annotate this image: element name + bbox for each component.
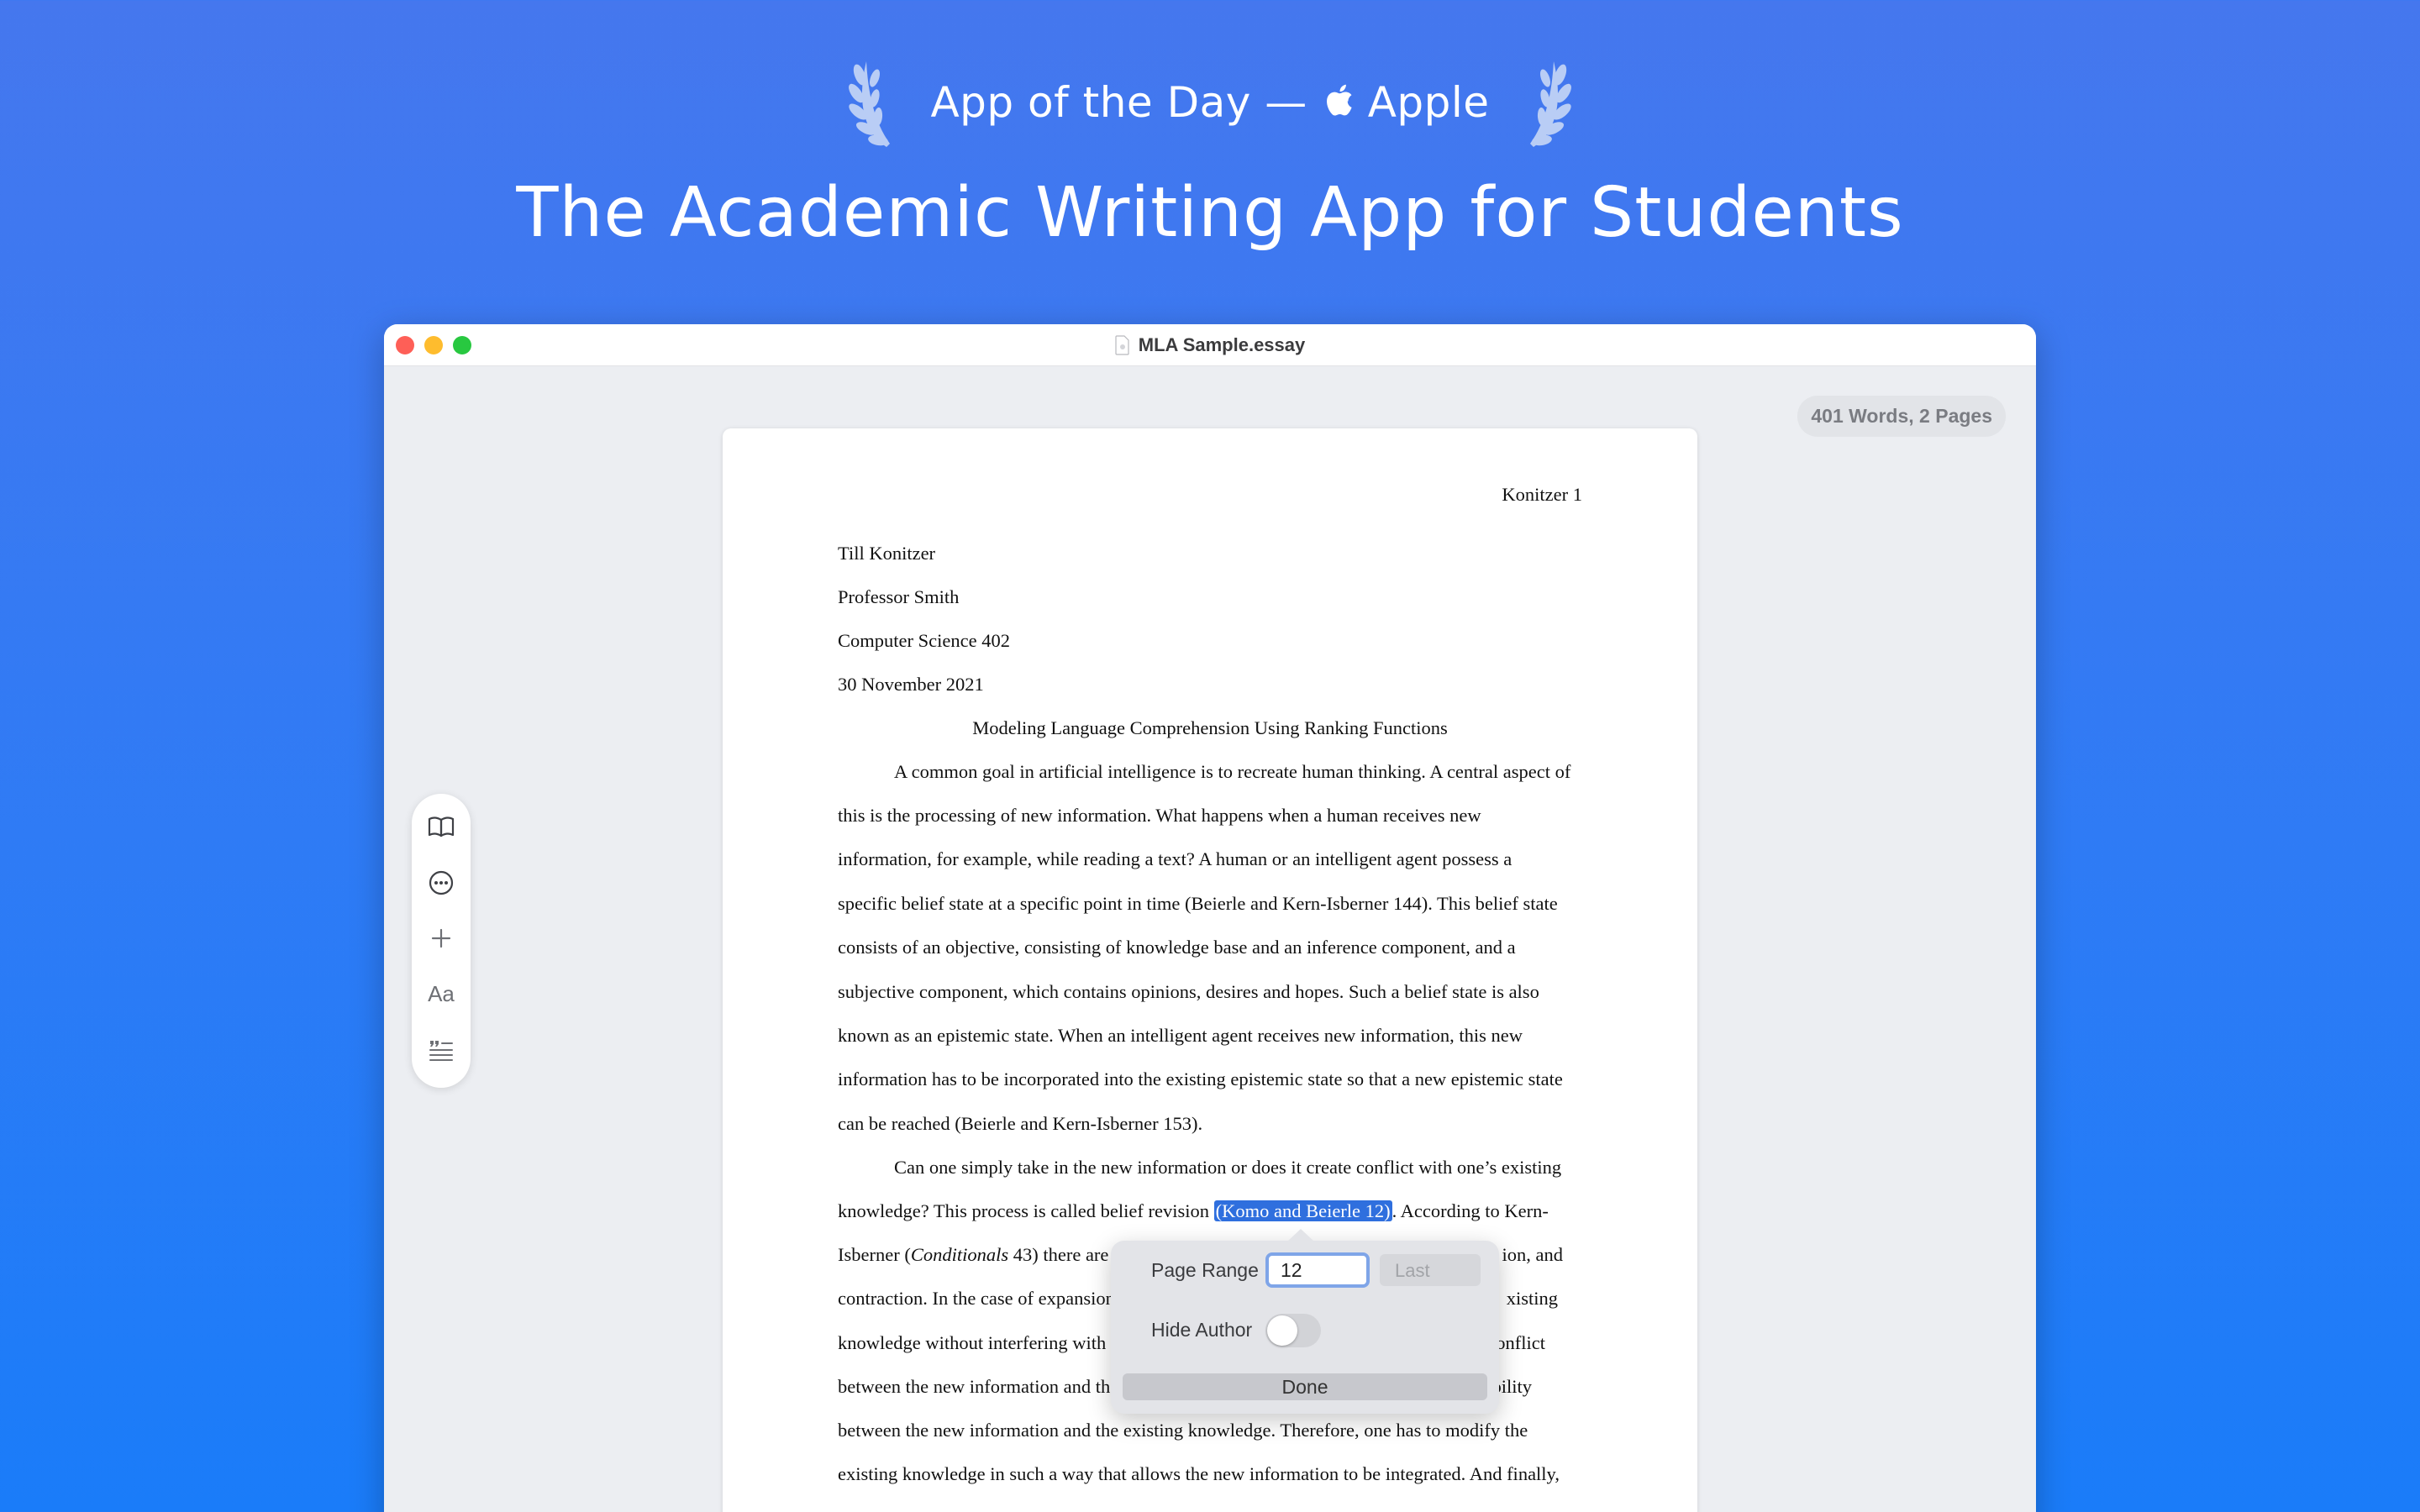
text-segment: Isberner ( (838, 1244, 911, 1265)
body-line: known as an epistemic state. When an int… (838, 1025, 1523, 1046)
award-brand: Apple (1367, 78, 1490, 127)
titlebar: MLA Sample.essay (384, 324, 2036, 366)
toolbar-more-button[interactable] (423, 864, 460, 900)
professor-line: Professor Smith (838, 586, 960, 607)
body-line-end: onflict (1496, 1332, 1545, 1353)
hide-author-label: Hide Author (1151, 1319, 1253, 1341)
toolbar-font-button[interactable]: Aa (423, 976, 460, 1011)
page-header: Konitzer 1 (1502, 484, 1582, 505)
word-count-badge[interactable]: 401 Words, 2 Pages (1797, 396, 2006, 437)
award-text: App of the Day — Apple (930, 78, 1489, 127)
body-line: information has to be incorporated into … (838, 1068, 1563, 1089)
laurel-left-icon (849, 61, 891, 147)
text-segment: knowledge? This process is called belief… (838, 1200, 1214, 1221)
page-range-label: Page Range (1151, 1259, 1259, 1281)
body-line-citation: knowledge? This process is called belief… (838, 1200, 1549, 1222)
title-wrap: MLA Sample.essay (384, 324, 2036, 366)
plus-icon (431, 928, 451, 948)
window-title: MLA Sample.essay (1138, 334, 1306, 355)
text-segment: 43) there are (1008, 1244, 1109, 1265)
body-line: consists of an objective, consisting of … (838, 937, 1516, 958)
body-line: Isberner (Conditionals 43) there are (838, 1244, 1108, 1266)
book-icon (428, 816, 455, 837)
laurel-right-icon (1529, 61, 1571, 147)
body-line: information, for example, while reading … (838, 848, 1512, 869)
ellipsis-circle-icon (429, 870, 454, 895)
quote-list-icon (429, 1040, 453, 1061)
author-line: Till Konitzer (838, 543, 936, 564)
date-line: 30 November 2021 (838, 674, 984, 695)
award-banner: App of the Day — Apple (0, 52, 2420, 153)
body-line: between the new information and th (838, 1376, 1111, 1397)
apple-logo-icon (1326, 84, 1352, 116)
italic-title: Conditionals (910, 1244, 1009, 1265)
body-line: existing knowledge in such a way that al… (838, 1463, 1560, 1484)
page-range-end-input[interactable]: Last (1380, 1254, 1481, 1286)
body-line: contraction. In the case of expansion (838, 1288, 1115, 1309)
course-line: Computer Science 402 (838, 630, 1010, 651)
hero-title: The Academic Writing App for Students (516, 173, 1904, 253)
essay-title: Modeling Language Comprehension Using Ra… (972, 717, 1448, 738)
award-prefix: App of the Day — (930, 78, 1307, 127)
page-range-start-input[interactable] (1265, 1252, 1370, 1288)
body-line-end: xisting (1506, 1288, 1558, 1309)
selected-citation[interactable]: (Komo and Beierle 12) (1213, 1200, 1392, 1221)
body-line: subjective component, which contains opi… (838, 981, 1539, 1002)
popover-arrow (1287, 1229, 1314, 1242)
toggle-knob (1267, 1315, 1297, 1346)
body-line-end: ion, and (1502, 1244, 1564, 1265)
body-line: Can one simply take in the new informati… (894, 1157, 1562, 1178)
body-line: can be reached (Beierle and Kern-Isberne… (838, 1113, 1203, 1134)
side-toolbar: Aa (412, 794, 471, 1088)
body-line: specific belief state at a specific poin… (838, 893, 1558, 914)
body-line: between the new information and the exis… (838, 1420, 1528, 1441)
body-line: A common goal in artificial intelligence… (894, 761, 1571, 782)
body-line: this is the processing of new informatio… (838, 805, 1481, 826)
hide-author-toggle[interactable] (1265, 1314, 1321, 1347)
toolbar-citation-button[interactable] (423, 1032, 460, 1068)
font-icon: Aa (428, 980, 455, 1006)
text-segment: . According to Kern- (1392, 1200, 1549, 1221)
document-icon (1115, 335, 1129, 355)
done-button[interactable]: Done (1123, 1373, 1487, 1400)
body-line: knowledge without interfering with (838, 1332, 1107, 1353)
toolbar-add-button[interactable] (423, 921, 460, 956)
toolbar-outline-button[interactable] (423, 809, 460, 844)
citation-popover: Page Range Last Hide Author Done (1111, 1229, 1499, 1414)
